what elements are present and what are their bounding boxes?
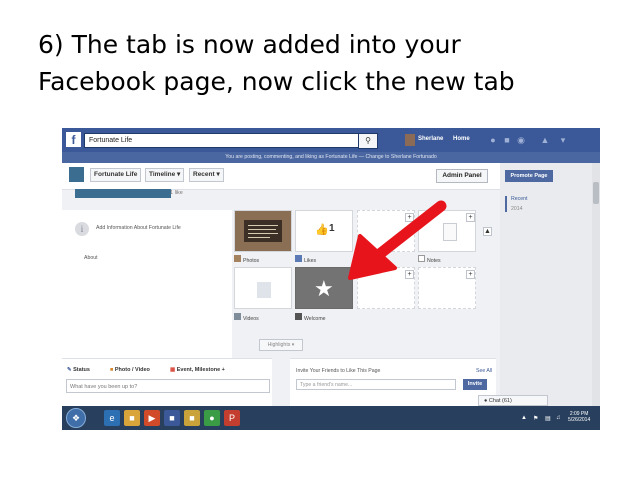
- red-arrow-shape: [348, 200, 447, 280]
- red-arrow-annotation: [348, 200, 447, 280]
